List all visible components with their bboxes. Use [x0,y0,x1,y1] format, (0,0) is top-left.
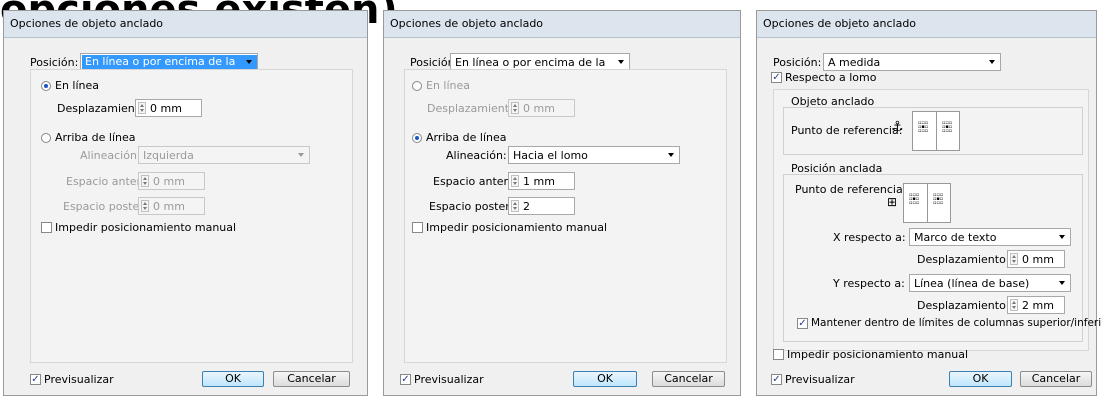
stepper-icon[interactable] [1010,299,1018,311]
above-line-radio[interactable] [412,133,422,143]
dialog-title: Opciones de objeto anclado [10,17,164,30]
chevron-down-icon [246,60,252,64]
preview-checkbox[interactable]: ✓ [30,374,41,385]
offset-y-label: Desplazamiento Y: [917,299,1019,312]
space-after-field[interactable]: 0 mm [138,197,205,215]
above-line-radio[interactable] [41,133,51,143]
relative-spine-checkbox[interactable]: ✓ [771,72,782,83]
alignment-label: Alineación: [80,149,141,162]
x-relative-select[interactable]: Marco de texto [909,228,1071,246]
position-select[interactable]: A medida [823,53,1001,71]
dialog-title: Opciones de objeto anclado [390,17,544,30]
prevent-manual-checkbox[interactable] [412,222,423,233]
offset-x-label: Desplazamiento X: [917,253,1021,266]
chevron-down-icon [668,153,674,157]
preview-label: Previsualizar [44,373,114,386]
space-after-field[interactable]: 2 [508,197,575,215]
offset-x-field[interactable]: 0 mm [1007,250,1065,268]
stepper-icon[interactable] [511,102,519,114]
ref-point-label: Punto de referencia: [791,124,903,137]
relative-spine-label: Respecto a lomo [785,71,877,84]
inline-radio[interactable] [412,81,422,91]
dialog-titlebar: Opciones de objeto anclado [757,11,1096,38]
space-after-value: 0 mm [153,200,185,213]
cancel-button[interactable]: Cancelar [652,371,725,387]
inline-radio-label: En línea [55,79,100,92]
space-before-field[interactable]: 0 mm [138,172,205,190]
space-after-value: 2 [523,200,530,213]
stepper-icon[interactable] [1010,253,1018,265]
space-before-value: 0 mm [153,175,185,188]
reference-grid-icon[interactable]: ▫▫▫ ▫▪▫ ▫▫▫ [909,193,921,206]
preview-checkbox[interactable]: ✓ [400,374,411,385]
reference-grid-icon[interactable]: ▫▫▫ ▫▪▫ ▫▫▫ [918,121,930,134]
offset-y-field[interactable]: 0 mm [508,99,575,117]
ok-button[interactable]: OK [949,371,1012,387]
prevent-manual-checkbox[interactable] [773,349,784,360]
position-label: Posición: [773,56,822,69]
position-proxy-icon: ⊞ [887,195,898,209]
stepper-icon[interactable] [141,175,149,187]
dialog-title: Opciones de objeto anclado [763,17,917,30]
anchor-icon: ⚓ [891,119,904,135]
dialog-titlebar: Opciones de objeto anclado [384,11,740,38]
offset-y-value: 0 mm [150,102,182,115]
cancel-button[interactable]: Cancelar [273,371,350,387]
dialog-titlebar: Opciones de objeto anclado [4,11,367,38]
y-relative-value: Línea (línea de base) [914,277,1030,290]
x-relative-label: X respecto a: [833,231,906,244]
anchored-object-dialog-2: Opciones de objeto anclado Posición: En … [383,10,741,396]
alignment-value: Hacia el lomo [513,149,588,162]
anchored-object-dialog-1: Opciones de objeto anclado Posición: En … [3,10,368,396]
alignment-select[interactable]: Hacia el lomo [508,146,680,164]
prevent-manual-label: Impedir posicionamiento manual [426,221,608,234]
space-before-field[interactable]: 1 mm [508,172,575,190]
position-select-value: A medida [828,56,881,69]
offset-x-value: 0 mm [1022,253,1054,266]
chevron-down-icon [1059,235,1065,239]
chevron-down-icon [1059,281,1065,285]
preview-checkbox[interactable]: ✓ [771,374,782,385]
prevent-manual-checkbox[interactable] [41,222,52,233]
chevron-down-icon [618,60,624,64]
preview-label: Previsualizar [414,373,484,386]
prevent-manual-label: Impedir posicionamiento manual [787,348,969,361]
ok-button[interactable]: OK [573,371,637,387]
y-relative-label: Y respecto a: [833,277,905,290]
above-line-label: Arriba de línea [426,131,507,144]
stepper-icon[interactable] [511,200,519,212]
cancel-button[interactable]: Cancelar [1020,371,1092,387]
anchored-object-dialog-3: Opciones de objeto anclado Posición: A m… [756,10,1101,396]
x-relative-value: Marco de texto [914,231,997,244]
keep-within-label: Mantener dentro de límites de columnas s… [811,317,1101,329]
alignment-select[interactable]: Izquierda [138,146,310,164]
prevent-manual-label: Impedir posicionamiento manual [55,221,237,234]
stepper-icon[interactable] [138,102,146,114]
reference-point-proxy[interactable]: ▫▫▫ ▫▪▫ ▫▫▫ ▫▫▫ ▫▪▫ ▫▫▫ [912,111,960,151]
ok-button[interactable]: OK [202,371,264,387]
preview-label: Previsualizar [785,373,855,386]
y-relative-select[interactable]: Línea (línea de base) [909,274,1071,292]
offset-y-value: 0 mm [523,102,555,115]
keep-within-checkbox[interactable]: ✓ [797,318,808,329]
above-line-label: Arriba de línea [55,131,136,144]
offset-y-value: 2 mm [1022,299,1054,312]
reference-grid-icon[interactable]: ▫▫▫ ▫▪▫ ▫▫▫ [942,121,954,134]
alignment-value: Izquierda [143,149,194,162]
offset-y-field[interactable]: 2 mm [1007,296,1065,314]
reference-grid-icon[interactable]: ▫▫▫ ▫▪▫ ▫▫▫ [933,193,945,206]
stepper-icon[interactable] [511,175,519,187]
offset-y-field[interactable]: 0 mm [135,99,202,117]
space-before-value: 1 mm [523,175,555,188]
position-label: Posición: [30,56,79,69]
chevron-down-icon [989,60,995,64]
stepper-icon[interactable] [141,200,149,212]
inline-radio-label: En línea [426,79,471,92]
inline-radio[interactable] [41,81,51,91]
alignment-label: Alineación: [446,149,507,162]
reference-point-proxy-2[interactable]: ▫▫▫ ▫▪▫ ▫▫▫ ▫▫▫ ▫▪▫ ▫▫▫ [903,183,951,223]
chevron-down-icon [298,153,304,157]
